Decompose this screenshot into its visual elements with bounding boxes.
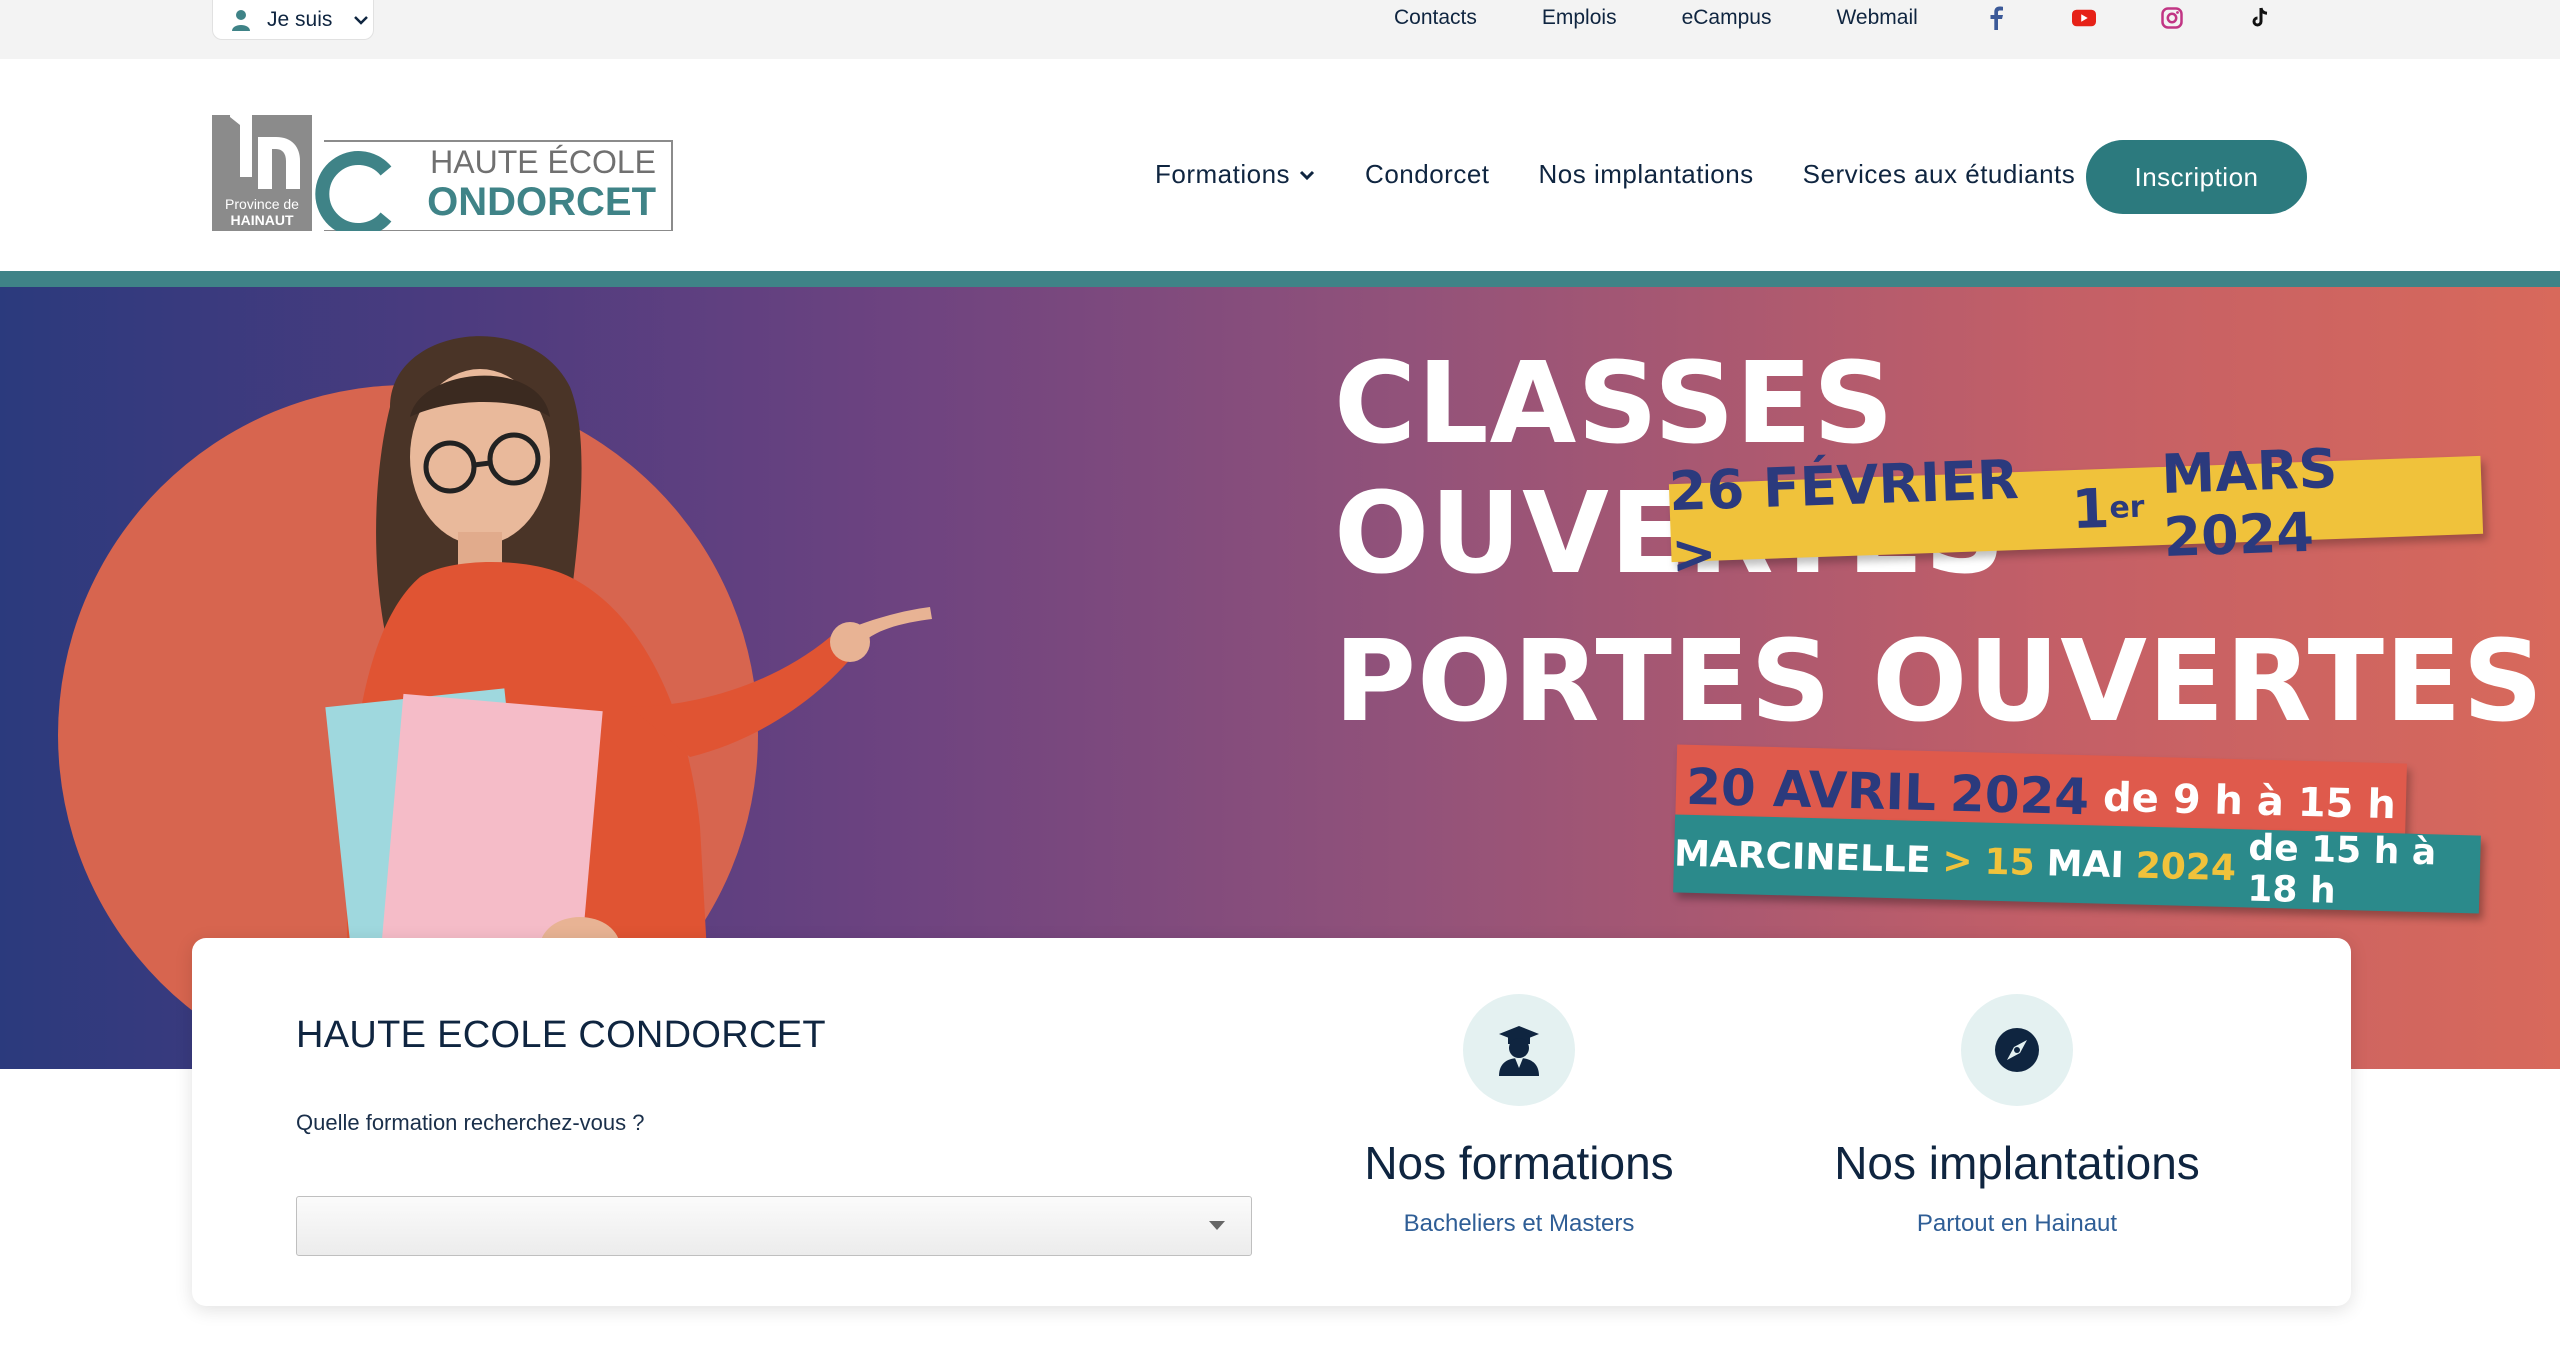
top-links: Contacts Emplois eCampus Webmail xyxy=(1394,0,1983,36)
dates2-date: 20 AVRIL xyxy=(1685,757,1937,823)
logo-line2: ONDORCET xyxy=(427,180,656,224)
youtube-icon[interactable] xyxy=(2072,6,2096,30)
student-illustration xyxy=(325,336,932,1007)
logo[interactable]: Province de HAINAUT HAUTE ÉCOLE ONDORCET xyxy=(210,97,674,231)
site-header: Province de HAINAUT HAUTE ÉCOLE ONDORCET… xyxy=(0,59,2560,271)
inscription-button[interactable]: Inscription xyxy=(2086,140,2307,214)
dates3-date: 15 xyxy=(1984,841,2036,884)
user-icon xyxy=(232,9,250,31)
main-nav: Formations Condorcet Nos implantations S… xyxy=(1155,159,2124,190)
caret-down-icon xyxy=(1209,1221,1225,1230)
dates3-hours: de 15 h à 18 h xyxy=(2246,827,2437,912)
search-question: Quelle formation recherchez-vous ? xyxy=(296,1110,645,1135)
nav-formations-label: Formations xyxy=(1155,159,1291,189)
link-contacts[interactable]: Contacts xyxy=(1394,6,1477,30)
nav-condorcet[interactable]: Condorcet xyxy=(1365,159,1489,190)
tiktok-icon[interactable] xyxy=(2248,6,2272,30)
logo-province-2: HAINAUT xyxy=(231,212,294,228)
hero-headline-2: PORTES OUVERTES xyxy=(1334,617,2545,747)
instagram-icon[interactable] xyxy=(2160,6,2184,30)
dates3-month: MAI xyxy=(2046,842,2125,886)
dates3-sep: > xyxy=(1941,839,1974,882)
feature-formations-title: Nos formations xyxy=(1364,1137,1674,1189)
dates3-place: MARCINELLE xyxy=(1673,832,1932,881)
feature-formations[interactable]: Nos formations Bacheliers et Masters xyxy=(1319,994,1719,1238)
compass-icon xyxy=(1961,994,2073,1106)
search-card: HAUTE ECOLE CONDORCET Quelle formation r… xyxy=(192,938,2351,1306)
nav-formations[interactable]: Formations xyxy=(1155,159,1316,190)
dates3-year: 2024 xyxy=(2135,845,2237,889)
iam-dropdown[interactable]: Je suis xyxy=(212,0,374,40)
link-ecampus[interactable]: eCampus xyxy=(1682,6,1772,30)
card-title: HAUTE ECOLE CONDORCET xyxy=(296,1014,826,1056)
graduate-icon xyxy=(1463,994,1575,1106)
link-webmail[interactable]: Webmail xyxy=(1836,6,1917,30)
social-links xyxy=(1984,2,2272,34)
nav-services[interactable]: Services aux étudiants xyxy=(1803,159,2076,190)
hero-dates-1: 26 FÉVRIER > 1 er MARS 2024 xyxy=(1668,437,2484,586)
feature-formations-subtitle[interactable]: Bacheliers et Masters xyxy=(1319,1210,1719,1238)
link-emplois[interactable]: Emplois xyxy=(1542,6,1617,30)
feature-implantations-title: Nos implantations xyxy=(1834,1137,2200,1189)
chevron-down-icon xyxy=(354,15,369,25)
facebook-icon[interactable] xyxy=(1984,6,2008,30)
dates1-start: 26 FÉVRIER > xyxy=(1668,448,2020,587)
nav-implantations[interactable]: Nos implantations xyxy=(1539,159,1754,190)
logo-line1: HAUTE ÉCOLE xyxy=(430,144,656,180)
chevron-down-icon xyxy=(1299,170,1315,180)
logo-province: Province de xyxy=(225,196,299,212)
utility-bar: Je suis Contacts Emplois eCampus Webmail xyxy=(0,0,2560,59)
header-divider xyxy=(0,271,2560,287)
feature-implantations-subtitle[interactable]: Partout en Hainaut xyxy=(1817,1210,2217,1238)
feature-implantations[interactable]: Nos implantations Partout en Hainaut xyxy=(1817,994,2217,1238)
dates1-sup: er xyxy=(2108,489,2146,526)
dates1-end: MARS 2024 xyxy=(2160,436,2339,569)
dates1-day: 1 xyxy=(2070,476,2111,541)
iam-label: Je suis xyxy=(267,7,333,31)
dates2-hours: de 9 h à 15 h xyxy=(2102,774,2397,829)
formation-select[interactable] xyxy=(296,1196,1252,1256)
dates2-year: 2024 xyxy=(1949,764,2090,827)
